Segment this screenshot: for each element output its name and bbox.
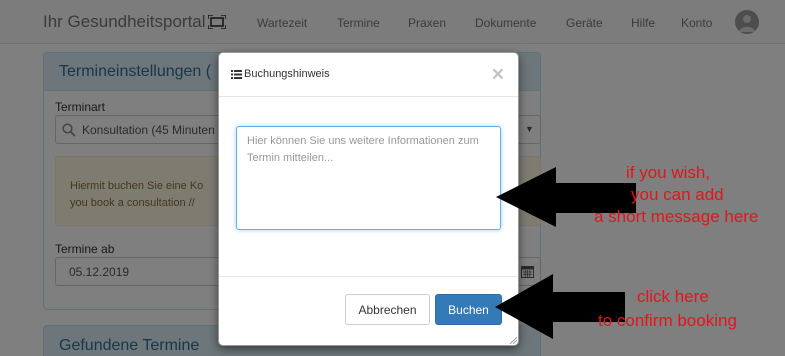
annotation-note-1-line-3: a short message here — [594, 207, 759, 226]
annotation-note-2-line-2: to confirm booking — [598, 311, 737, 330]
annotation-note-1-line-2: you can add — [631, 185, 724, 204]
annotation-note-2-line-1: click here — [637, 287, 709, 306]
annotation-note-1-line-1: if you wish, — [626, 163, 711, 182]
